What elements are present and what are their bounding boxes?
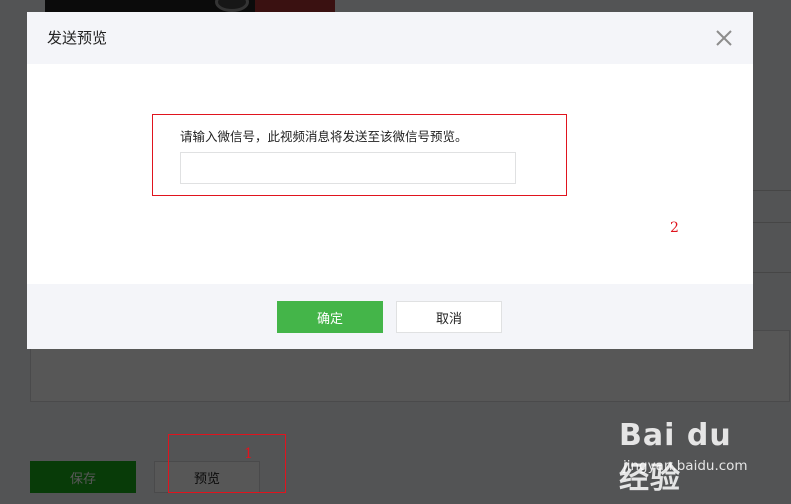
annotation-number-1: 1 — [244, 446, 253, 462]
confirm-button[interactable]: 确定 — [277, 301, 383, 333]
watermark-url: jingyan.baidu.com — [623, 458, 748, 474]
annotation-box-preview — [168, 434, 286, 493]
baidu-jingyan-watermark: Bai du 经验 jingyan.baidu.com — [619, 418, 769, 496]
close-icon[interactable] — [713, 27, 735, 49]
cancel-button[interactable]: 取消 — [396, 301, 502, 333]
dialog-title: 发送预览 — [47, 29, 108, 47]
annotation-number-2: 2 — [670, 220, 679, 236]
dialog-footer: 确定 取消 — [27, 284, 753, 349]
annotation-box-input — [152, 114, 567, 196]
dialog-header: 发送预览 — [27, 12, 753, 64]
